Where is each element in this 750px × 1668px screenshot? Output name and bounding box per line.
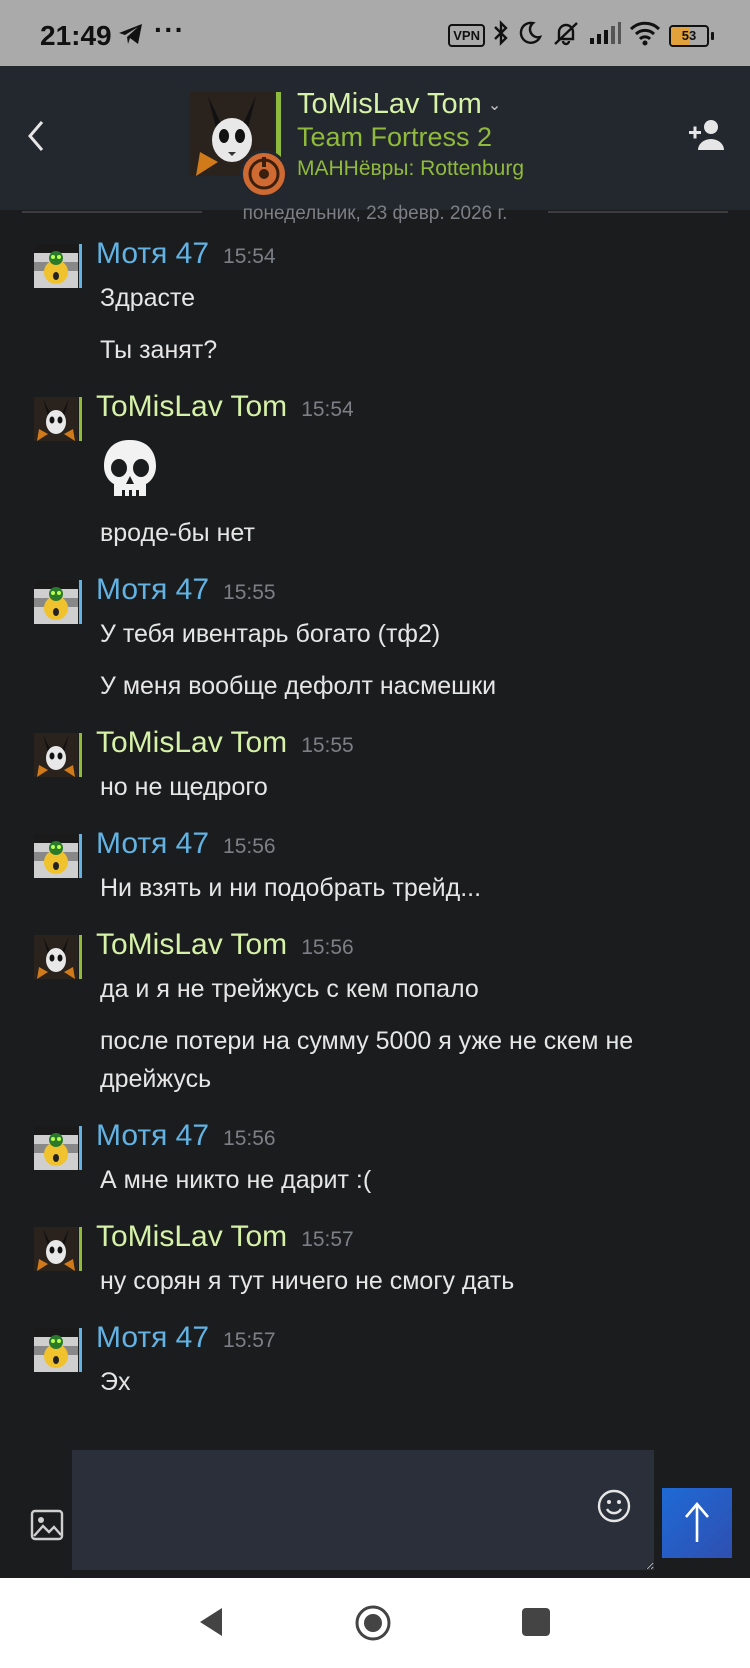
- author-name: ToMisLav Tom: [96, 726, 288, 759]
- message-author[interactable]: Мотя 47 15:56: [96, 1118, 750, 1157]
- message-time: 15:56: [223, 1127, 276, 1150]
- avatar[interactable]: [34, 935, 78, 979]
- message-group: Мотя 47 15:54 Здрасте Ты занят?: [0, 236, 750, 369]
- message-text: вроде-бы нет: [100, 519, 255, 547]
- message-text: А мне никто не дарит :(: [100, 1166, 372, 1194]
- message-text: Здрасте: [100, 284, 196, 312]
- do-not-disturb-moon-icon: [517, 20, 543, 51]
- avatar[interactable]: [34, 397, 78, 441]
- telegram-icon: [118, 22, 144, 51]
- chevron-down-icon[interactable]: ⌄: [488, 97, 501, 114]
- author-name: Мотя 47: [96, 1321, 210, 1354]
- muted-bell-icon: [551, 20, 581, 51]
- wifi-icon: [629, 20, 661, 51]
- message-time: 15:56: [223, 835, 276, 858]
- more-notifications-icon: ···: [154, 14, 185, 45]
- message-group: Мотя 47 15:56 А мне никто не дарит :(: [0, 1118, 750, 1199]
- avatar[interactable]: [34, 1227, 78, 1271]
- message-time: 15:54: [301, 398, 354, 421]
- send-button[interactable]: [662, 1488, 732, 1558]
- message-group: Мотя 47 15:57 Эх: [0, 1320, 750, 1401]
- message-author[interactable]: ToMisLav Tom 15:55: [96, 725, 750, 764]
- author-name: ToMisLav Tom: [96, 390, 288, 423]
- message-author[interactable]: Мотя 47 15:54: [96, 236, 750, 275]
- message-time: 15:54: [223, 245, 276, 268]
- author-name: Мотя 47: [96, 573, 210, 606]
- current-game: Team Fortress 2: [297, 122, 493, 152]
- message-group: Мотя 47 15:56 Ни взять и ни подобрать тре…: [0, 826, 750, 907]
- nav-recents-icon[interactable]: [522, 1608, 550, 1636]
- arrow-up-icon: [685, 1501, 709, 1542]
- friend-name[interactable]: ToMisLav Tom ⌄: [297, 88, 501, 121]
- message-author[interactable]: ToMisLav Tom 15:57: [96, 1219, 750, 1258]
- message-text: Эх: [100, 1368, 131, 1396]
- message-group: ToMisLav Tom 15:56 да и я не трейжусь с к…: [0, 927, 750, 1098]
- message-time: 15:57: [223, 1329, 276, 1352]
- chat-header: ToMisLav Tom ⌄ Team Fortress 2 MAHHёвры: …: [0, 66, 750, 210]
- author-name: Мотя 47: [96, 237, 210, 270]
- message-group: ToMisLav Tom 15:55 но не щедрого: [0, 725, 750, 806]
- friend-name-label: ToMisLav Tom: [297, 88, 482, 120]
- author-name: ToMisLav Tom: [96, 1220, 288, 1253]
- message-composer: [0, 1440, 750, 1572]
- back-arrow-icon[interactable]: [22, 116, 52, 156]
- message-text: да и я не трейжусь с кем попало: [100, 975, 479, 1003]
- vpn-icon: VPN: [448, 24, 485, 47]
- message-author[interactable]: ToMisLav Tom 15:54: [96, 389, 750, 428]
- message-author[interactable]: Мотя 47 15:55: [96, 572, 750, 611]
- nav-home-icon[interactable]: [354, 1604, 392, 1647]
- date-separator: понедельник, 23 февр. 2026 г.: [22, 198, 728, 224]
- message-text: после потери на сумму 5000 я уже не скем…: [100, 1027, 634, 1093]
- message-input[interactable]: [72, 1450, 654, 1570]
- clock: 21:49: [40, 20, 112, 51]
- message-list: Мотя 47 15:54 Здрасте Ты занят? ToMisLav …: [0, 236, 750, 1421]
- message-text: У тебя ивентарь богато (тф2): [100, 620, 441, 648]
- message-group: ToMisLav Tom 15:54 вроде-бы нет: [0, 389, 750, 552]
- message-time: 15:55: [301, 734, 354, 757]
- avatar[interactable]: [34, 1328, 78, 1372]
- message-time: 15:55: [223, 581, 276, 604]
- message-author[interactable]: Мотя 47 15:57: [96, 1320, 750, 1359]
- avatar[interactable]: [34, 1126, 78, 1170]
- avatar[interactable]: [34, 834, 78, 878]
- message-text: ну сорян я тут ничего не смогу дать: [100, 1267, 515, 1295]
- message-group: Мотя 47 15:55 У тебя ивентарь богато (тф2…: [0, 572, 750, 705]
- message-text: У меня вообще дефолт насмешки: [100, 672, 497, 700]
- message-group: ToMisLav Tom 15:57 ну сорян я тут ничего …: [0, 1219, 750, 1300]
- battery-level: 53: [681, 28, 697, 43]
- skull-emoji-icon: [100, 436, 160, 508]
- bluetooth-icon: [493, 20, 509, 51]
- emoji-picker-icon[interactable]: [596, 1488, 632, 1524]
- avatar[interactable]: [34, 580, 78, 624]
- game-server: MAHHёвры: Rottenburg: [297, 157, 525, 180]
- author-name: ToMisLav Tom: [96, 928, 288, 961]
- message-author[interactable]: ToMisLav Tom 15:56: [96, 927, 750, 966]
- message-time: 15:57: [301, 1228, 354, 1251]
- status-bar: 21:49 ··· VPN 53: [0, 0, 750, 66]
- add-friend-icon[interactable]: [688, 116, 726, 154]
- message-author[interactable]: Мотя 47 15:56: [96, 826, 750, 865]
- attach-image-icon[interactable]: [30, 1508, 64, 1542]
- author-name: Мотя 47: [96, 827, 210, 860]
- author-name: Мотя 47: [96, 1119, 210, 1152]
- status-icons: VPN 53: [448, 20, 714, 51]
- avatar[interactable]: [34, 733, 78, 777]
- avatar[interactable]: [34, 244, 78, 288]
- message-text: Ни взять и ни подобрать трейд...: [100, 874, 482, 902]
- system-nav-bar: [0, 1578, 750, 1668]
- tf2-game-icon: [240, 150, 288, 198]
- message-text: но не щедрого: [100, 773, 268, 801]
- date-separator-text: понедельник, 23 февр. 2026 г.: [242, 203, 508, 224]
- message-time: 15:56: [301, 936, 354, 959]
- nav-back-icon[interactable]: [196, 1606, 224, 1643]
- signal-icon: [589, 21, 621, 50]
- battery-icon: 53: [669, 24, 714, 47]
- message-text: Ты занят?: [100, 336, 218, 364]
